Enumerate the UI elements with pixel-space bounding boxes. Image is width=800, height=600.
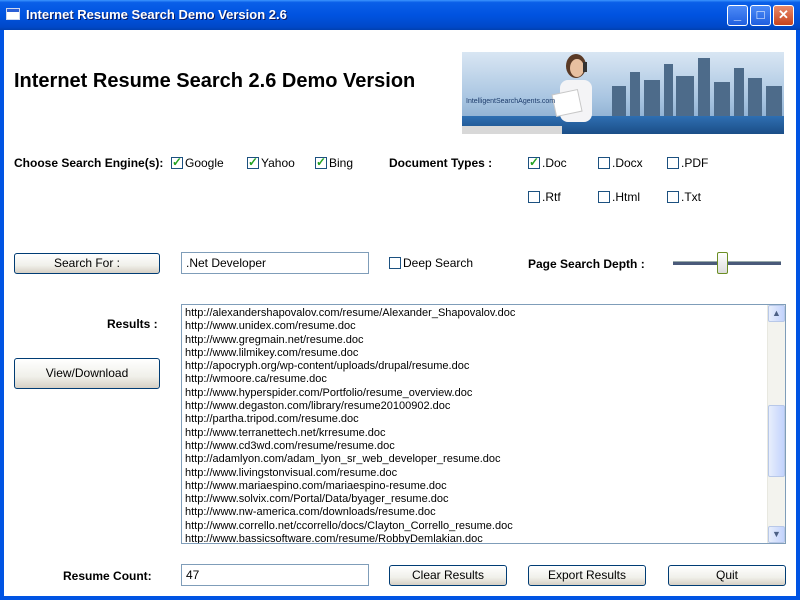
result-item[interactable]: http://wmoore.ca/resume.doc [182,373,768,386]
app-icon [6,8,20,20]
client-area: Internet Resume Search 2.6 Demo Version … [4,30,796,596]
result-item[interactable]: http://www.solvix.com/Portal/Data/byager… [182,493,768,506]
deep-search-checkbox[interactable]: Deep Search [389,256,473,270]
result-item[interactable]: http://apocryph.org/wp-content/uploads/d… [182,360,768,373]
doc-checkbox[interactable]: .Doc [528,155,567,170]
result-item[interactable]: http://www.corrello.net/ccorrello/docs/C… [182,520,768,533]
html-checkbox[interactable]: .Html [598,190,640,204]
app-window: Internet Resume Search Demo Version 2.6 … [0,0,800,600]
result-item[interactable]: http://www.lilmikey.com/resume.doc [182,347,768,360]
checkbox-label: .Html [612,190,640,204]
search-for-button[interactable]: Search For : [14,253,160,274]
resume-count-label: Resume Count: [63,569,152,583]
checkbox-box[interactable] [667,191,679,203]
minimize-button[interactable]: _ [727,5,748,26]
depth-slider-thumb[interactable] [716,252,728,274]
businesswoman-image [551,54,592,122]
engines-label: Choose Search Engine(s): [14,156,164,170]
result-item[interactable]: http://www.nw-america.com/downloads/resu… [182,506,768,519]
result-item[interactable]: http://www.livingstonvisual.com/resume.d… [182,467,768,480]
checkbox-label: .Rtf [542,190,561,204]
google-checkbox[interactable]: Google [171,155,224,170]
txt-checkbox[interactable]: .Txt [667,190,701,204]
result-item[interactable]: http://www.terranettech.net/krresume.doc [182,427,768,440]
checkbox-box[interactable] [667,157,679,169]
checkbox-label: .PDF [681,156,709,170]
search-input[interactable]: .Net Developer [181,252,369,274]
docx-checkbox[interactable]: .Docx [598,156,643,170]
yahoo-checkbox[interactable]: Yahoo [247,155,295,170]
checkbox-box[interactable] [389,257,401,269]
title-bar[interactable]: Internet Resume Search Demo Version 2.6 … [0,0,800,30]
results-label: Results : [107,317,158,331]
result-item[interactable]: http://www.hyperspider.com/Portfolio/res… [182,387,768,400]
rtf-checkbox[interactable]: .Rtf [528,190,561,204]
checkbox-label: .Doc [542,156,567,170]
close-button[interactable]: ✕ [773,5,794,26]
checkbox-label: Deep Search [403,256,474,270]
scroll-down-arrow-icon[interactable]: ▼ [768,526,785,543]
pdf-checkbox[interactable]: .PDF [667,156,708,170]
banner-text: IntelligentSearchAgents.com [466,98,556,105]
export-results-button[interactable]: Export Results [528,565,646,586]
resume-count-field: 47 [181,564,369,586]
quit-button[interactable]: Quit [668,565,786,586]
banner-image: IntelligentSearchAgents.com [462,52,784,134]
result-item[interactable]: http://partha.tripod.com/resume.doc [182,413,768,426]
maximize-button[interactable]: □ [750,5,771,26]
checkbox-label: .Txt [681,190,701,204]
result-item[interactable]: http://www.unidex.com/resume.doc [182,320,768,333]
checkbox-box[interactable] [528,191,540,203]
checkbox-label: Bing [329,156,354,170]
result-item[interactable]: http://www.bassicsoftware.com/resume/Rob… [182,533,768,543]
scroll-up-arrow-icon[interactable]: ▲ [768,305,785,322]
clear-results-button[interactable]: Clear Results [389,565,507,586]
checkbox-box[interactable] [171,155,183,169]
results-scrollbar[interactable]: ▲ ▼ [767,305,785,543]
doctypes-label: Document Types : [389,156,493,170]
depth-label: Page Search Depth : [528,257,645,271]
checkbox-label: Yahoo [261,156,295,170]
bing-checkbox[interactable]: Bing [315,155,354,170]
results-list[interactable]: http://alexandershapovalov.com/resume/Al… [181,304,786,544]
checkbox-box[interactable] [247,155,259,169]
result-item[interactable]: http://adamlyon.com/adam_lyon_sr_web_dev… [182,453,768,466]
checkbox-box[interactable] [528,155,540,169]
checkbox-label: Google [185,156,224,170]
result-item[interactable]: http://www.gregmain.net/resume.doc [182,334,768,347]
checkbox-box[interactable] [598,157,610,169]
view-download-button[interactable]: View/Download [14,358,160,389]
scroll-thumb[interactable] [768,405,785,477]
page-title: Internet Resume Search 2.6 Demo Version [14,70,416,92]
result-item[interactable]: http://www.cd3wd.com/resume/resume.doc [182,440,768,453]
window-title: Internet Resume Search Demo Version 2.6 [26,7,287,22]
checkbox-box[interactable] [598,191,610,203]
checkbox-box[interactable] [315,155,327,169]
result-item[interactable]: http://alexandershapovalov.com/resume/Al… [182,307,768,320]
result-item[interactable]: http://www.degaston.com/library/resume20… [182,400,768,413]
result-item[interactable]: http://www.mariaespino.com/mariaespino-r… [182,480,768,493]
checkbox-label: .Docx [612,156,643,170]
